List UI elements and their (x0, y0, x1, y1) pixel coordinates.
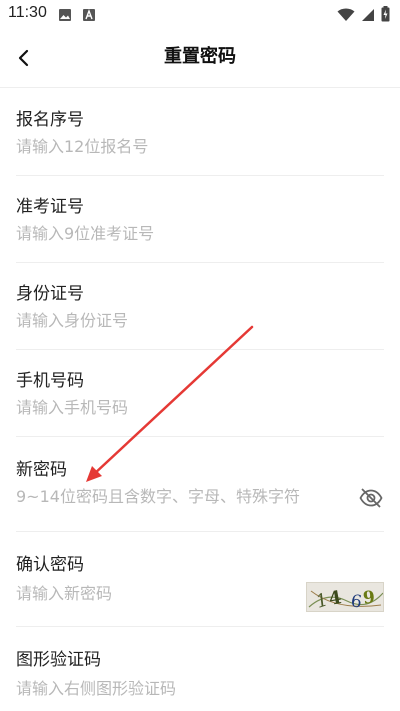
phone-number-input[interactable] (16, 398, 346, 417)
field-label: 手机号码 (16, 371, 84, 391)
admission-ticket-field: 准考证号 (16, 176, 384, 263)
captcha-image[interactable]: 1 4 6 9 (306, 582, 384, 612)
app-header: 重置密码 (0, 28, 400, 88)
field-label: 身份证号 (16, 284, 84, 304)
field-label: 准考证号 (16, 197, 84, 217)
a-letter-icon (82, 7, 96, 26)
battery-charging-icon (381, 6, 390, 26)
signal-icon (361, 7, 375, 26)
new-password-input[interactable] (16, 487, 346, 506)
admission-ticket-input[interactable] (16, 224, 346, 243)
id-number-field: 身份证号 (16, 263, 384, 350)
field-label: 报名序号 (16, 110, 84, 130)
confirm-password-input[interactable] (16, 584, 346, 603)
svg-text:4: 4 (327, 587, 343, 610)
field-label: 确认密码 (16, 555, 84, 575)
phone-number-field: 手机号码 (16, 350, 384, 437)
image-icon (58, 7, 72, 26)
toggle-password-visibility-button[interactable] (358, 487, 384, 509)
status-time: 11:30 (8, 4, 47, 21)
id-number-input[interactable] (16, 311, 346, 330)
new-password-field: 新密码 (16, 437, 384, 532)
field-label: 图形验证码 (16, 650, 101, 670)
wifi-icon (337, 7, 355, 26)
status-bar: 11:30 (0, 0, 400, 28)
svg-text:9: 9 (362, 587, 376, 608)
captcha-input[interactable] (16, 679, 286, 698)
registration-number-input[interactable] (16, 137, 346, 156)
registration-number-field: 报名序号 (16, 89, 384, 176)
page-title: 重置密码 (164, 46, 236, 67)
field-label: 新密码 (16, 460, 67, 480)
svg-text:6: 6 (350, 591, 364, 612)
eye-off-icon[interactable] (359, 488, 383, 508)
reset-password-form: 报名序号 准考证号 身份证号 手机号码 新密码 确认密码 图形验证码 (0, 89, 400, 711)
confirm-password-field: 确认密码 (16, 532, 384, 627)
captcha-field: 图形验证码 (16, 627, 384, 711)
